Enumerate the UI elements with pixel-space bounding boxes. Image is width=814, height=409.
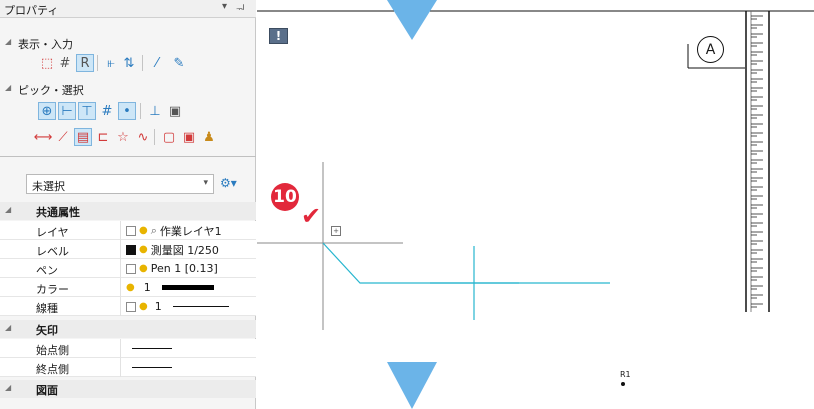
snap-midpoint-icon[interactable]: ⊤ (78, 102, 96, 120)
prop-row-level[interactable]: レベル ● 測量図 1/250 (0, 240, 256, 259)
canvas-drawing (257, 0, 814, 409)
snap-point-icon[interactable]: ⊕ (38, 102, 56, 120)
pipette-icon[interactable]: ✎ (170, 54, 188, 72)
prop-row-pen[interactable]: ペン ● Pen 1 [0.13] (0, 259, 256, 278)
prop-row-end[interactable]: 終点側 (0, 358, 256, 377)
tick-ladder (745, 11, 770, 312)
panel-title: プロパティ (4, 4, 59, 17)
prop-name: ペン (36, 264, 58, 277)
selection-dropdown[interactable]: 未選択 ▾ (26, 174, 214, 194)
snap-intersect-icon[interactable]: # (98, 102, 116, 120)
sort-icon[interactable]: ⇅ (120, 54, 138, 72)
prop-row-start[interactable]: 始点側 (0, 339, 256, 358)
snap-vertex-icon[interactable]: ⊢ (58, 102, 76, 120)
bulb-icon[interactable]: ● (139, 225, 148, 236)
snap-indicator-icon: + (331, 226, 341, 236)
properties-panel: プロパティ ▾ ᅯ ◢ 表示・入力 ⬚ # R ⫦ ⇅ ⁄ ✎ ◢ ピック・選択… (0, 0, 256, 409)
search-icon[interactable]: ⌕ (151, 224, 157, 238)
panel-splitter[interactable] (0, 156, 256, 157)
color-swatch (161, 285, 214, 290)
wrench-icon[interactable]: ⚙▾ (220, 176, 237, 190)
bottom-guide-triangle (387, 362, 437, 409)
select-frame-icon[interactable]: ▢ (160, 128, 178, 146)
prop-value: Pen 1 [0.13] (150, 262, 218, 275)
section-pick-select[interactable]: ◢ ピック・選択 (0, 82, 256, 98)
panel-titlebar: プロパティ ▾ ᅯ (0, 0, 256, 18)
prop-name: カラー (36, 283, 69, 296)
prop-value: 作業レイヤ1 (159, 224, 222, 238)
bulb-icon[interactable]: ● (126, 282, 135, 293)
bulb-icon[interactable]: ● (139, 263, 148, 274)
select-rect-icon[interactable]: ▤ (74, 128, 92, 146)
start-arrow-swatch (132, 348, 172, 349)
top-guide-triangle (387, 0, 437, 40)
end-arrow-swatch (132, 367, 172, 368)
collapse-icon: ◢ (5, 37, 12, 46)
section-display-label: 表示・入力 (18, 38, 73, 51)
prop-name: 始点側 (36, 344, 69, 357)
prop-value: 1 (154, 300, 162, 313)
snap-ref-icon[interactable]: ▣ (166, 102, 184, 120)
group-common[interactable]: ◢ 共通属性 (0, 202, 256, 220)
section-display-input[interactable]: ◢ 表示・入力 (0, 36, 256, 52)
linetype-swatch (172, 306, 229, 307)
bulb-icon[interactable]: ● (139, 244, 148, 255)
prop-value: 1 (143, 281, 151, 294)
info-icon[interactable]: ! (269, 28, 288, 44)
collapse-icon: ◢ (5, 205, 12, 214)
section-pick-label: ピック・選択 (18, 84, 84, 97)
collapse-icon: ◢ (5, 323, 12, 332)
group-common-label: 共通属性 (36, 206, 80, 219)
dropdown-icon[interactable]: ▾ (222, 1, 227, 12)
prop-name: レベル (36, 245, 69, 258)
group-drawing-label: 図面 (36, 384, 58, 397)
check-icon: ✔ (301, 202, 322, 230)
select-group-icon[interactable]: ⊏ (94, 128, 112, 146)
prop-name: 線種 (36, 302, 58, 315)
bag-icon[interactable]: ♟ (200, 128, 218, 146)
cyan-polyline (322, 242, 610, 284)
group-arrow-label: 矢印 (36, 324, 58, 337)
align-icon[interactable]: ⫦ (102, 54, 120, 72)
ref-r-icon[interactable]: R (76, 54, 94, 72)
prop-value: 測量図 1/250 (150, 243, 219, 257)
wand-icon[interactable]: ⁄ (148, 54, 166, 72)
group-drawing[interactable]: ◢ 図面 (0, 380, 256, 398)
select-all-icon[interactable]: ▣ (180, 128, 198, 146)
point-label: R1 (620, 370, 631, 379)
snap-center-icon[interactable]: • (118, 102, 136, 120)
select-shape-icon[interactable]: ☆ (114, 128, 132, 146)
grid-icon[interactable]: # (56, 54, 74, 72)
circle-mark-a: A (697, 36, 724, 63)
checkbox[interactable] (126, 263, 136, 274)
prop-name: 終点側 (36, 363, 69, 376)
select-line-icon[interactable]: ⟷ (34, 128, 53, 146)
prop-row-linetype[interactable]: 線種 ● 1 (0, 297, 256, 316)
selection-value: 未選択 (32, 180, 65, 193)
snap-perp-icon[interactable]: ⊥ (146, 102, 164, 120)
pin-icon[interactable]: ᅯ (236, 1, 245, 16)
point-marker (621, 382, 625, 386)
drawing-canvas[interactable]: ! A 10 ✔ + R1 (257, 0, 814, 409)
select-polyline-icon[interactable]: ⟋ (54, 128, 72, 146)
checkbox[interactable] (126, 244, 136, 255)
chevron-down-icon: ▾ (203, 178, 208, 188)
checkbox[interactable] (126, 225, 136, 236)
prop-row-layer[interactable]: レイヤ ● ⌕ 作業レイヤ1 (0, 221, 256, 240)
bulb-icon[interactable]: ● (139, 301, 148, 312)
select-curve-icon[interactable]: ∿ (134, 128, 152, 146)
collapse-icon: ◢ (5, 83, 12, 92)
prop-row-color[interactable]: カラー ● 1 (0, 278, 256, 297)
display-mode-icon[interactable]: ⬚ (38, 54, 56, 72)
step-number-badge: 10 (271, 183, 299, 211)
prop-name: レイヤ (36, 226, 69, 239)
collapse-icon: ◢ (5, 383, 12, 392)
checkbox[interactable] (126, 301, 136, 312)
group-arrow[interactable]: ◢ 矢印 (0, 320, 256, 338)
